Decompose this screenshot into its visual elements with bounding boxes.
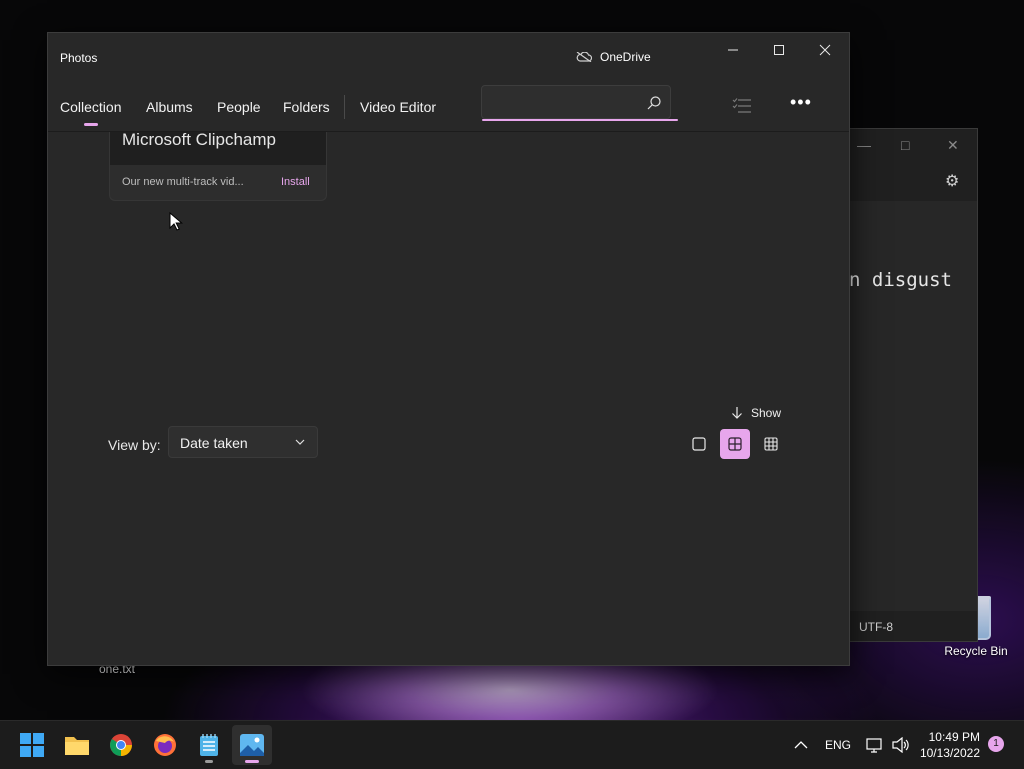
recycle-bin-label: Recycle Bin — [944, 644, 1008, 658]
active-indicator — [245, 760, 259, 763]
notepad-icon — [200, 734, 218, 756]
grid-3x3-icon — [764, 437, 778, 451]
notepad-window[interactable]: — □ ✕ ⚙ n disgust UTF-8 — [849, 128, 978, 642]
search-icon[interactable] — [646, 95, 662, 111]
tab-collection[interactable]: Collection — [60, 99, 121, 126]
tab-folders[interactable]: Folders — [283, 99, 330, 115]
taskbar-notepad[interactable] — [189, 725, 229, 765]
onedrive-label: OneDrive — [600, 50, 651, 64]
taskbar: ENG 10:49 PM 10/13/2022 — [0, 720, 1024, 769]
photos-nav-bar: Collection Albums People Folders Video E… — [48, 85, 849, 132]
more-options-icon[interactable]: ••• — [790, 93, 811, 115]
view-size-large-button[interactable] — [684, 429, 714, 459]
notification-badge[interactable]: 1 — [988, 736, 1004, 752]
language-label: ENG — [825, 738, 852, 752]
show-label: Show — [751, 406, 782, 420]
start-button[interactable] — [12, 725, 52, 765]
show-button[interactable]: Show — [731, 406, 781, 420]
taskbar-firefox[interactable] — [145, 725, 185, 765]
language-indicator[interactable]: ENG — [825, 721, 851, 769]
chrome-icon — [110, 734, 132, 756]
promo-description: Our new multi-track vid... — [122, 176, 244, 188]
clock-date: 10/13/2022 — [919, 746, 980, 760]
onedrive-button[interactable]: OneDrive — [576, 50, 651, 64]
photos-icon — [240, 734, 264, 756]
chevron-down-icon — [295, 439, 305, 445]
view-size-medium-button[interactable] — [720, 429, 750, 459]
taskbar-photos[interactable] — [232, 725, 272, 765]
minimize-icon — [728, 49, 738, 51]
show-hidden-icons-button[interactable] — [794, 721, 808, 769]
promo-title: Microsoft Clipchamp — [122, 132, 276, 149]
nav-divider — [344, 95, 345, 119]
tab-people[interactable]: People — [217, 99, 261, 115]
app-title: Photos — [60, 51, 98, 65]
promo-install-button[interactable]: Install — [281, 176, 310, 188]
notepad-minimize-button[interactable]: — — [857, 137, 871, 153]
notepad-settings-icon[interactable]: ⚙ — [945, 171, 959, 191]
close-icon — [819, 44, 831, 56]
windows-logo-icon — [20, 733, 44, 757]
promo-banner: Microsoft Clipchamp — [110, 132, 326, 165]
grid-2x2-icon — [728, 437, 742, 451]
clock-time: 10:49 PM — [928, 730, 980, 744]
view-size-small-button[interactable] — [756, 429, 786, 459]
view-by-value: Date taken — [180, 435, 248, 451]
notepad-text-area[interactable] — [849, 201, 977, 611]
firefox-icon — [154, 734, 176, 756]
maximize-button[interactable] — [756, 33, 802, 67]
notepad-close-button[interactable]: ✕ — [947, 137, 959, 154]
filter-list-icon[interactable] — [732, 97, 752, 115]
taskbar-chrome[interactable] — [101, 725, 141, 765]
mouse-cursor-icon — [169, 212, 183, 231]
network-volume-button[interactable] — [866, 721, 910, 769]
square-icon — [692, 437, 706, 451]
tab-video-editor[interactable]: Video Editor — [360, 99, 436, 115]
view-by-dropdown[interactable]: Date taken — [168, 426, 318, 458]
taskbar-file-explorer[interactable] — [57, 725, 97, 765]
view-by-label: View by: — [108, 437, 161, 453]
photos-window: Photos OneDrive Collection Albums People… — [47, 32, 850, 666]
notepad-encoding-status: UTF-8 — [859, 620, 893, 634]
running-indicator — [205, 760, 213, 763]
cloud-off-icon — [576, 52, 592, 62]
tab-albums[interactable]: Albums — [146, 99, 193, 115]
search-box[interactable] — [481, 85, 678, 121]
volume-icon — [892, 737, 909, 753]
clipchamp-promo-card[interactable]: Microsoft Clipchamp Our new multi-track … — [109, 132, 327, 201]
close-button[interactable] — [802, 33, 848, 67]
folder-icon — [65, 737, 89, 755]
maximize-icon — [774, 45, 784, 55]
notepad-visible-text: n disgust — [849, 269, 952, 291]
minimize-button[interactable] — [710, 33, 756, 67]
arrow-down-icon — [732, 407, 742, 419]
network-icon — [866, 738, 882, 753]
clock[interactable]: 10:49 PM 10/13/2022 — [916, 729, 980, 761]
photos-title-bar[interactable]: Photos OneDrive — [48, 33, 849, 83]
search-input[interactable] — [490, 92, 644, 114]
chevron-up-icon — [794, 741, 808, 749]
notepad-maximize-button[interactable]: □ — [901, 137, 909, 153]
